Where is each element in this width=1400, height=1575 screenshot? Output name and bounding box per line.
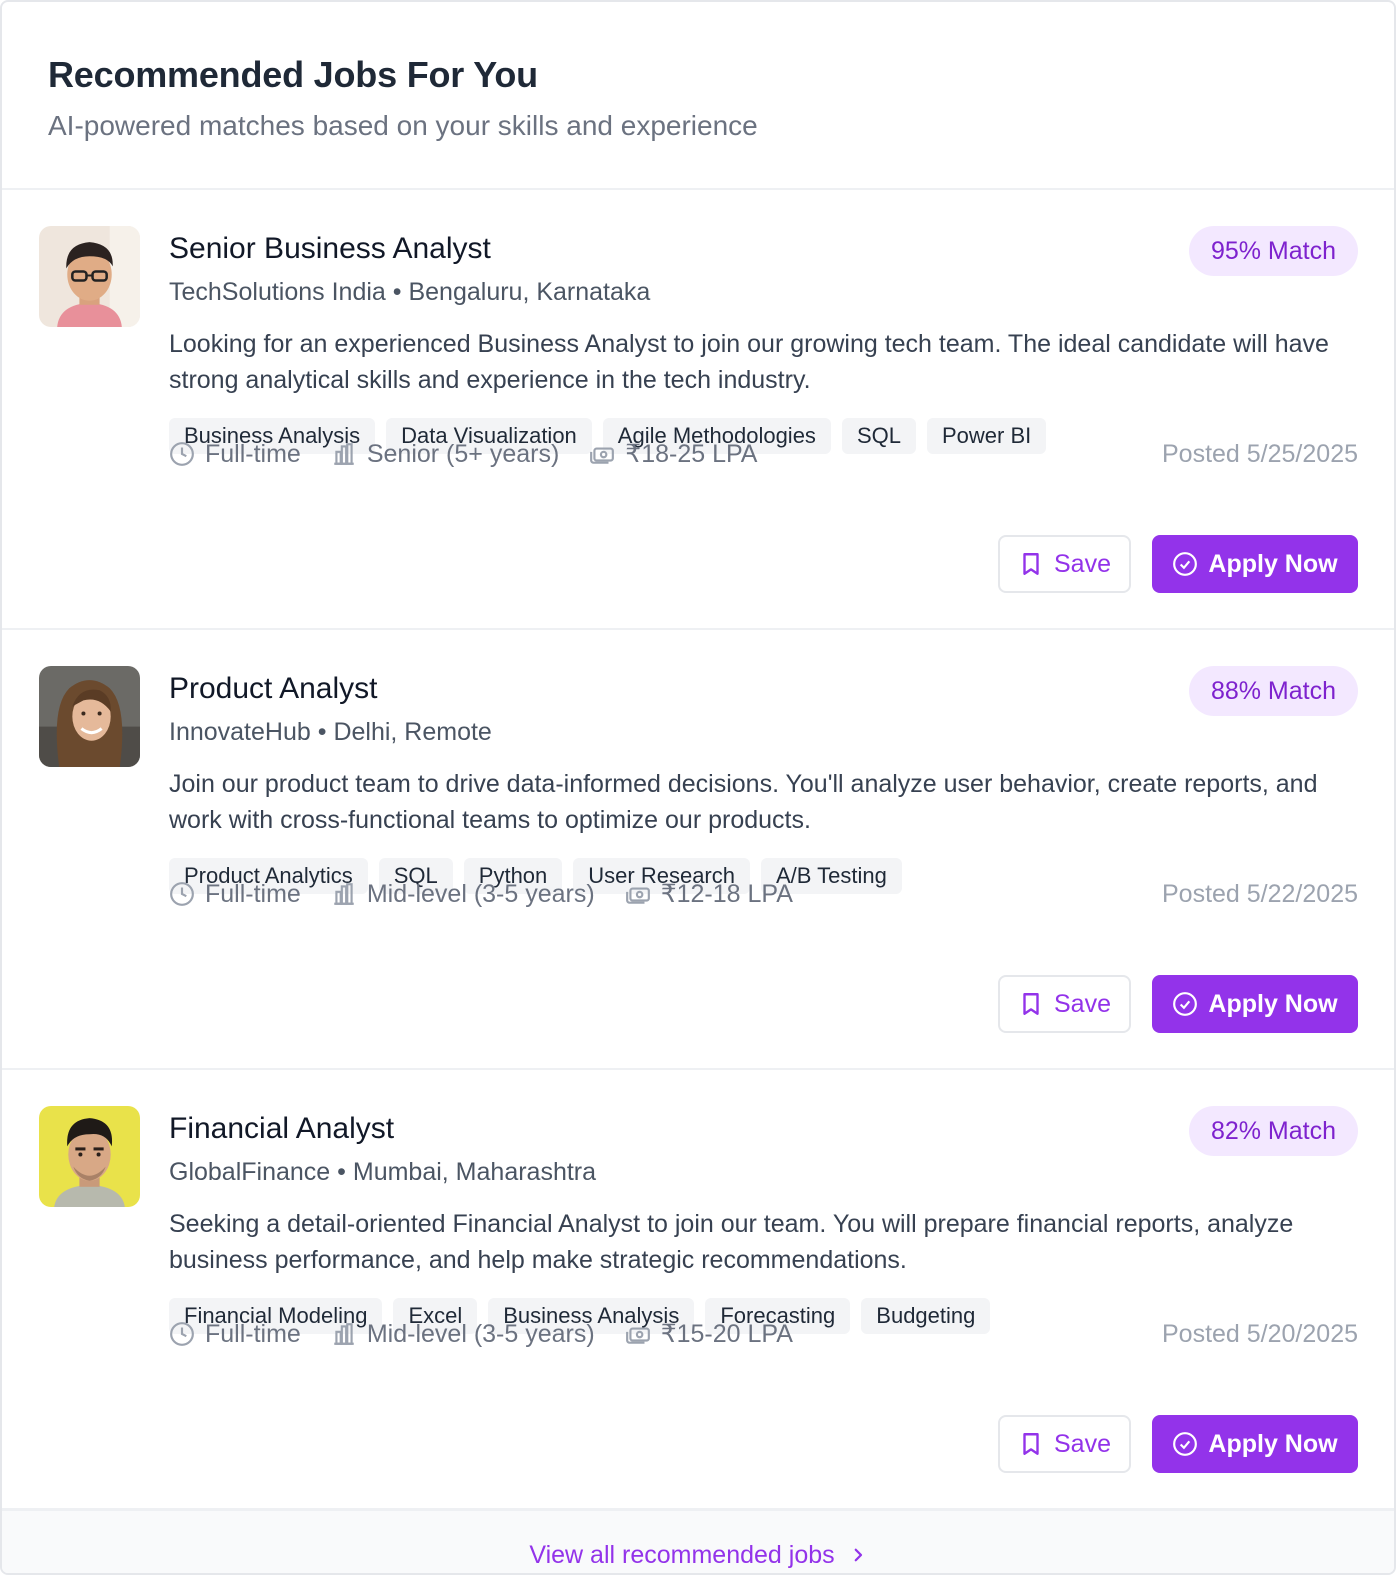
chevron-right-icon — [854, 1548, 862, 1562]
job-salary: ₹18-25 LPA — [589, 439, 758, 469]
job-company-location: GlobalFinance • Mumbai, Maharashtra — [169, 1156, 1358, 1188]
match-badge: 88% Match — [1188, 666, 1358, 716]
clock-icon — [170, 882, 194, 906]
job-type: Full-time — [169, 440, 301, 469]
job-location: Delhi, Remote — [333, 718, 492, 746]
apply-now-button[interactable]: Apply Now — [1152, 975, 1358, 1033]
job-card[interactable]: Financial Analyst GlobalFinance • Mumbai… — [2, 1070, 1394, 1510]
match-badge: 95% Match — [1188, 226, 1358, 276]
card-header: Recommended Jobs For You AI-powered matc… — [2, 2, 1394, 190]
save-button[interactable]: Save — [998, 975, 1131, 1033]
job-meta: Full-time Mid-level (3-5 years) ₹12-18 L… — [169, 876, 1358, 912]
job-title[interactable]: Product Analyst — [169, 670, 1358, 708]
job-company-location: TechSolutions India • Bengaluru, Karnata… — [169, 276, 1358, 308]
money-icon — [625, 1327, 650, 1344]
bullet-separator: • — [392, 278, 409, 306]
page-title: Recommended Jobs For You — [48, 54, 538, 95]
job-location: Mumbai, Maharashtra — [352, 1158, 597, 1186]
save-button-label: Save — [1054, 989, 1111, 1018]
avatar — [39, 1106, 140, 1207]
job-description: Looking for an experienced Business Anal… — [169, 330, 1329, 394]
job-card[interactable]: Product Analyst InnovateHub • Delhi, Rem… — [2, 630, 1394, 1070]
job-meta: Full-time Mid-level (3-5 years) ₹15-20 L… — [169, 1316, 1358, 1352]
check-circle-icon — [1173, 552, 1198, 576]
avatar — [39, 226, 140, 327]
job-type: Full-time — [169, 880, 301, 909]
job-salary: ₹12-18 LPA — [625, 879, 793, 909]
apply-now-button[interactable]: Apply Now — [1152, 535, 1358, 593]
posted-date: Posted 5/20/2025 — [1162, 1320, 1358, 1348]
job-salary-label: ₹18-25 LPA — [625, 440, 758, 468]
job-card[interactable]: Senior Business Analyst TechSolutions In… — [2, 190, 1394, 630]
job-description: Seeking a detail-oriented Financial Anal… — [169, 1210, 1294, 1274]
view-all-link[interactable]: View all recommended jobs — [529, 1537, 866, 1573]
save-button-label: Save — [1054, 1429, 1111, 1458]
bookmark-icon — [1023, 553, 1039, 575]
save-button[interactable]: Save — [998, 1415, 1131, 1473]
job-level: Mid-level (3-5 years) — [331, 1320, 595, 1349]
job-actions: Save Apply Now — [998, 1415, 1358, 1473]
bullet-separator: • — [337, 1158, 353, 1186]
apply-button-label: Apply Now — [1208, 1429, 1338, 1458]
job-level: Senior (5+ years) — [331, 440, 559, 469]
job-actions: Save Apply Now — [998, 975, 1358, 1033]
clock-icon — [170, 442, 194, 466]
job-type-label: Full-time — [205, 879, 301, 908]
building-icon — [334, 883, 354, 905]
job-type: Full-time — [169, 1320, 301, 1349]
job-title[interactable]: Financial Analyst — [169, 1110, 1358, 1148]
check-circle-icon — [1173, 1432, 1198, 1456]
check-circle-icon — [1173, 992, 1198, 1016]
clock-icon — [170, 1322, 194, 1346]
view-all-label: View all recommended jobs — [529, 1540, 835, 1569]
job-level-label: Senior (5+ years) — [366, 439, 560, 468]
job-title[interactable]: Senior Business Analyst — [169, 230, 1358, 268]
job-level: Mid-level (3-5 years) — [331, 880, 595, 909]
money-icon — [590, 447, 615, 464]
job-company: InnovateHub — [169, 718, 311, 746]
recommended-jobs-card: Recommended Jobs For You AI-powered matc… — [0, 0, 1396, 1575]
save-button[interactable]: Save — [998, 535, 1131, 593]
bookmark-icon — [1023, 1433, 1039, 1455]
job-description: Join our product team to drive data-info… — [169, 770, 1318, 834]
money-icon — [625, 887, 650, 904]
building-icon — [334, 443, 354, 465]
avatar — [39, 666, 140, 767]
job-type-label: Full-time — [205, 1319, 301, 1348]
save-button-label: Save — [1054, 549, 1111, 578]
job-salary: ₹15-20 LPA — [625, 1319, 793, 1349]
apply-button-label: Apply Now — [1208, 549, 1338, 578]
bookmark-icon — [1023, 993, 1039, 1015]
job-actions: Save Apply Now — [998, 535, 1358, 593]
job-company-location: InnovateHub • Delhi, Remote — [169, 716, 1358, 748]
job-level-label: Mid-level (3-5 years) — [366, 879, 595, 908]
job-level-label: Mid-level (3-5 years) — [366, 1319, 595, 1348]
job-company: GlobalFinance — [169, 1158, 331, 1186]
match-badge: 82% Match — [1188, 1106, 1358, 1156]
page-subtitle: AI-powered matches based on your skills … — [48, 110, 758, 141]
apply-button-label: Apply Now — [1208, 989, 1338, 1018]
job-location: Bengaluru, Karnataka — [408, 278, 651, 306]
job-company: TechSolutions India — [169, 278, 386, 306]
posted-date: Posted 5/25/2025 — [1162, 440, 1358, 468]
bullet-separator: • — [317, 718, 334, 746]
apply-now-button[interactable]: Apply Now — [1152, 1415, 1358, 1473]
job-salary-label: ₹12-18 LPA — [660, 880, 793, 908]
job-salary-label: ₹15-20 LPA — [660, 1320, 793, 1348]
job-type-label: Full-time — [205, 439, 301, 468]
building-icon — [334, 1323, 354, 1345]
posted-date: Posted 5/22/2025 — [1162, 880, 1358, 908]
job-meta: Full-time Senior (5+ years) ₹18-25 LPA P… — [169, 436, 1358, 472]
card-footer: View all recommended jobs — [2, 1510, 1394, 1573]
